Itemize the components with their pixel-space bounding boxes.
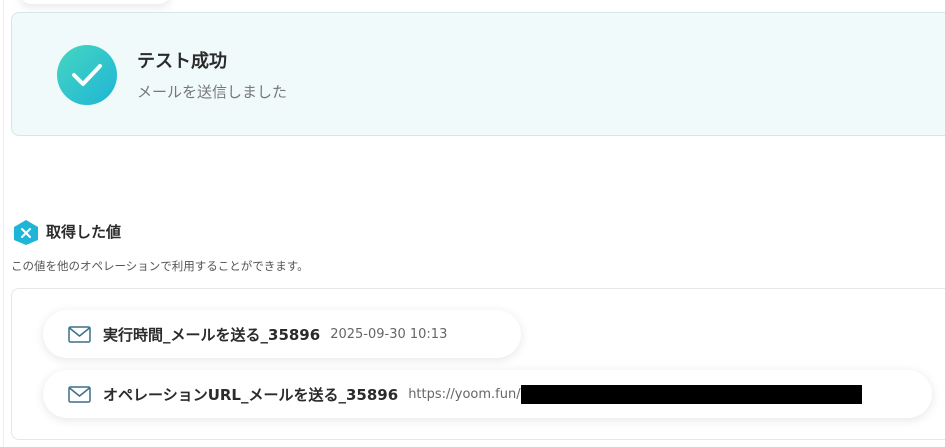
section-title: 取得した値 — [46, 223, 122, 241]
value-chip-execution-time[interactable]: 実行時間_メールを送る_35896 2025-09-30 10:13 — [43, 310, 521, 358]
success-title: テスト成功 — [137, 51, 227, 72]
value-chip-operation-url[interactable]: オペレーションURL_メールを送る_35896 https://yoom.fun… — [43, 370, 932, 418]
variable-icon — [13, 219, 39, 245]
mail-icon — [68, 325, 91, 343]
redaction-bar — [520, 384, 862, 404]
page: テスト成功 メールを送信しました 取得した値 この値を他のオペレーションで利用す… — [0, 0, 945, 447]
value-label: オペレーションURL_メールを送る_35896 — [103, 385, 399, 404]
section-description: この値を他のオペレーションで利用することができます。 — [11, 259, 309, 273]
mail-icon — [68, 385, 91, 403]
success-subtitle: メールを送信しました — [137, 83, 288, 101]
success-card: テスト成功 メールを送信しました — [11, 12, 945, 136]
value-text: https://yoom.fun/ — [408, 386, 521, 402]
value-label: 実行時間_メールを送る_35896 — [103, 325, 321, 344]
top-card-edge — [20, 0, 170, 4]
left-divider — [3, 0, 4, 447]
check-icon — [57, 45, 117, 105]
value-text: 2025-09-30 10:13 — [330, 326, 448, 342]
